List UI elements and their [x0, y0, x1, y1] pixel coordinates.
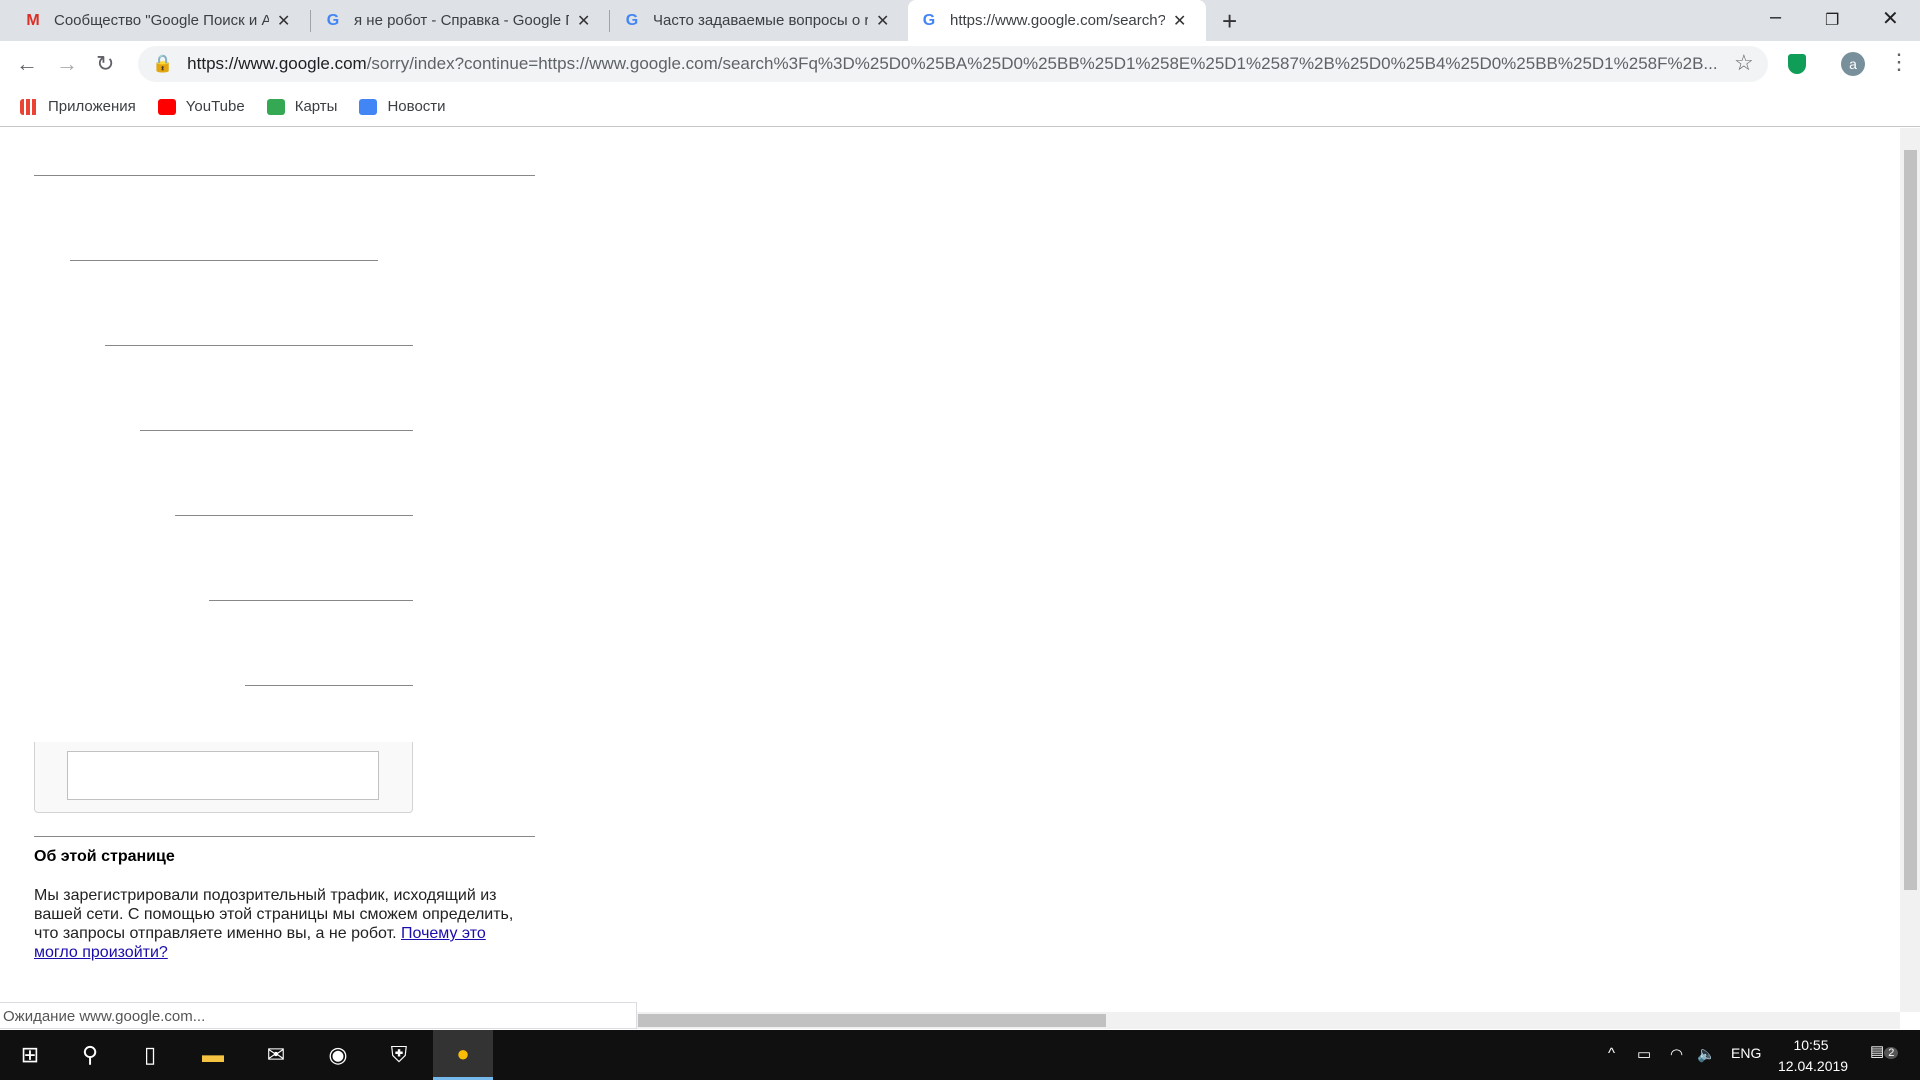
close-icon[interactable]: ✕: [577, 11, 590, 31]
shield-extension-icon[interactable]: [1788, 54, 1806, 74]
search-icon[interactable]: ⚲: [62, 1030, 118, 1080]
bookmark-apps[interactable]: Приложения: [20, 98, 136, 115]
nested-border: [175, 515, 413, 516]
apps-grid-icon: [20, 98, 38, 115]
captcha-container: [34, 742, 413, 813]
bookmark-youtube[interactable]: YouTube: [157, 98, 245, 115]
captcha-input[interactable]: [67, 751, 379, 800]
bookmark-maps[interactable]: Карты: [266, 98, 337, 115]
tab-help[interactable]: Gя не робот - Справка - Google Поиск✕: [312, 0, 602, 41]
maps-icon: [266, 98, 285, 115]
windows-start-icon[interactable]: ⊞: [2, 1030, 58, 1080]
file-explorer-icon[interactable]: ▬: [185, 1030, 241, 1080]
wifi-icon[interactable]: ◠: [1670, 1045, 1683, 1063]
nested-border: [105, 345, 413, 346]
forward-button[interactable]: →: [56, 51, 78, 77]
divider: [34, 175, 535, 176]
google-icon: G: [625, 11, 639, 29]
gmail-icon: M: [26, 11, 40, 29]
notifications-icon[interactable]: ▤ 2: [1870, 1042, 1899, 1060]
avatar[interactable]: a: [1841, 52, 1865, 76]
google-icon: G: [922, 11, 936, 29]
mail-icon[interactable]: ✉: [248, 1030, 304, 1080]
back-button[interactable]: ←: [16, 51, 38, 77]
clock[interactable]: 10:55 12.04.2019: [1778, 1035, 1848, 1077]
game-icon[interactable]: ⛨: [371, 1030, 427, 1080]
close-icon[interactable]: ✕: [876, 11, 889, 31]
language-indicator[interactable]: ENG: [1731, 1045, 1761, 1061]
tab-strip: MСообщество "Google Поиск и Ассистент"✕ …: [0, 0, 1920, 41]
nested-border: [209, 600, 413, 601]
news-icon: [359, 98, 378, 115]
browser-toolbar: ← → ↻ 🔒 https://www.google.com/sorry/ind…: [0, 41, 1920, 87]
bookmark-news[interactable]: Новости: [359, 98, 446, 115]
horizontal-scrollbar[interactable]: [637, 1012, 1900, 1029]
vertical-scrollbar[interactable]: [1900, 128, 1920, 1012]
google-icon: G: [326, 11, 340, 29]
nested-border: [70, 260, 378, 261]
minimize-button[interactable]: –: [1770, 6, 1781, 29]
divider: [34, 836, 535, 837]
task-view-icon[interactable]: ▯: [122, 1030, 178, 1080]
scrollbar-thumb[interactable]: [638, 1014, 1106, 1027]
youtube-icon: [157, 98, 176, 115]
tab-faq[interactable]: GЧасто задаваемые вопросы о reCAPTCHA✕: [611, 0, 901, 41]
tab-search[interactable]: Ghttps://www.google.com/search?q ✕: [908, 0, 1206, 41]
close-icon[interactable]: ✕: [1173, 11, 1186, 31]
tab-separator: [609, 10, 610, 32]
lock-icon: 🔒: [152, 54, 174, 73]
reload-button[interactable]: ↻: [96, 51, 114, 77]
status-bubble: Ожидание www.google.com...: [0, 1002, 637, 1029]
volume-icon[interactable]: 🔈: [1697, 1045, 1716, 1063]
new-tab-button[interactable]: +: [1222, 6, 1237, 37]
chevron-up-icon[interactable]: ^: [1608, 1045, 1615, 1062]
restore-button[interactable]: ❐: [1825, 10, 1839, 30]
taskbar: ⊞ ⚲ ▯ ▬ ✉ ◉ ⛨ ● ^ ▭ ◠ 🔈 ENG 10:55 12.04.2…: [0, 1030, 1920, 1080]
nested-border: [245, 685, 413, 686]
about-text: Мы зарегистрировали подозрительный трафи…: [34, 887, 514, 961]
bookmarks-bar: Приложения YouTube Карты Новости: [0, 87, 1920, 127]
battery-icon[interactable]: ▭: [1637, 1045, 1651, 1063]
menu-icon[interactable]: ⋮: [1888, 49, 1910, 75]
about-heading: Об этой странице: [34, 848, 175, 865]
nested-border: [140, 430, 413, 431]
close-window-button[interactable]: ✕: [1882, 6, 1899, 31]
bookmark-star-icon[interactable]: ☆: [1734, 50, 1754, 76]
app-icon[interactable]: ◉: [310, 1030, 366, 1080]
close-icon[interactable]: ✕: [277, 11, 290, 31]
scrollbar-thumb[interactable]: [1904, 150, 1917, 890]
address-bar[interactable]: 🔒 https://www.google.com/sorry/index?con…: [138, 46, 1768, 82]
chrome-icon[interactable]: ●: [433, 1030, 493, 1080]
tab-separator: [310, 10, 311, 32]
tab-community[interactable]: MСообщество "Google Поиск и Ассистент"✕: [12, 0, 302, 41]
